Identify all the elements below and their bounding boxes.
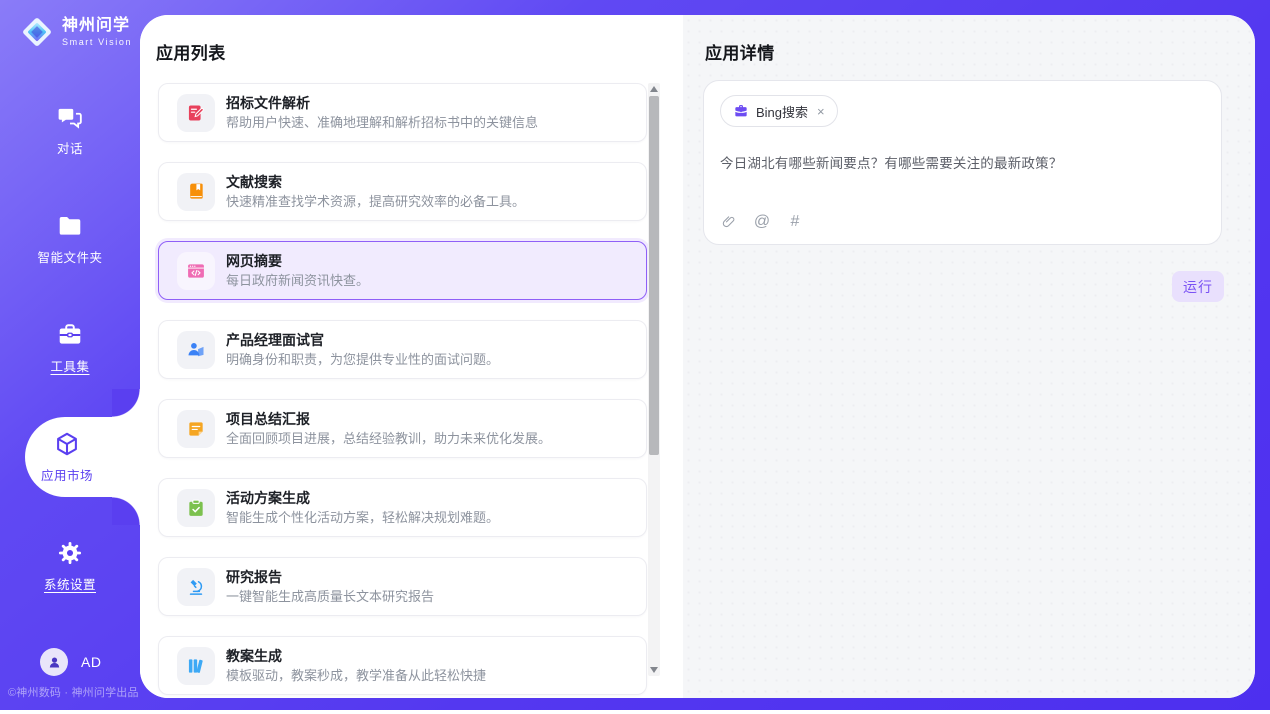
main-content: 应用列表 招标文件解析 帮助用户快速、准确地理解和解析招标书中的关键信息 文献搜… [140,15,1255,698]
clipboard-check-icon [177,489,215,527]
brand-subtitle: Smart Vision [62,37,132,47]
chip-close-icon[interactable]: × [817,105,825,118]
microscope-icon [177,568,215,606]
sidebar-item-label: 对话 [57,138,83,157]
run-button[interactable]: 运行 [1172,271,1224,302]
sidebar-nav: 对话 智能文件夹 工具集 应用市场 系统设置 [0,90,140,606]
app-card-desc: 全面回顾项目进展，总结经验教训，助力未来优化发展。 [226,430,551,449]
brand-logo: 神州问学 Smart Vision [19,14,132,50]
app-frame: 神州问学 Smart Vision 对话 智能文件夹 工具集 应用市场 系统设置… [0,0,1270,710]
app-card-list: 招标文件解析 帮助用户快速、准确地理解和解析招标书中的关键信息 文献搜索 快速精… [158,83,647,695]
app-card-desc: 明确身份和职责，为您提供专业性的面试问题。 [226,351,499,370]
cube-icon [54,431,80,457]
sidebar-item-settings[interactable]: 系统设置 [0,526,140,606]
app-card-desc: 每日政府新闻资讯快查。 [226,272,369,291]
sidebar-item-toolset[interactable]: 工具集 [0,308,140,388]
app-card-title: 研究报告 [226,567,434,588]
doc-edit-icon [177,94,215,132]
sidebar-item-label: 工具集 [50,356,89,375]
app-card[interactable]: 文献搜索 快速精准查找学术资源，提高研究效率的必备工具。 [158,162,647,221]
tool-chip[interactable]: Bing搜索 × [720,95,838,127]
scrollbar-thumb[interactable] [649,96,659,455]
sidebar-item-app-market[interactable]: 应用市场 [25,417,140,497]
app-card-title: 项目总结汇报 [226,409,551,430]
gear-icon [57,540,83,566]
app-card-title: 文献搜索 [226,172,525,193]
prompt-input[interactable]: 今日湖北有哪些新闻要点？有哪些需要关注的最新政策？ [720,152,1205,172]
sidebar: 神州问学 Smart Vision 对话 智能文件夹 工具集 应用市场 系统设置… [0,0,140,710]
app-card[interactable]: 活动方案生成 智能生成个性化活动方案，轻松解决规划难题。 [158,478,647,537]
app-list-panel: 应用列表 招标文件解析 帮助用户快速、准确地理解和解析招标书中的关键信息 文献搜… [140,15,683,698]
app-card-desc: 智能生成个性化活动方案，轻松解决规划难题。 [226,509,499,528]
app-card-desc: 帮助用户快速、准确地理解和解析招标书中的关键信息 [226,114,538,133]
app-card[interactable]: 教案生成 模板驱动，教案秒成，教学准备从此轻松快捷 [158,636,647,695]
user-icon [47,655,62,670]
sidebar-item-chat[interactable]: 对话 [0,90,140,170]
app-card[interactable]: 招标文件解析 帮助用户快速、准确地理解和解析招标书中的关键信息 [158,83,647,142]
app-card-title: 产品经理面试官 [226,330,499,351]
brand-name: 神州问学 [62,17,132,35]
paperclip-icon[interactable] [720,213,738,231]
scroll-up-icon[interactable] [648,83,660,95]
briefcase-icon [733,103,749,119]
scroll-down-icon[interactable] [648,664,660,676]
app-detail-panel: 应用详情 Bing搜索 × 今日湖北有哪些新闻要点？有哪些需要关注的最新政策？ … [683,15,1255,698]
app-list-title: 应用列表 [156,39,226,64]
book-icon [177,173,215,211]
app-card-desc: 快速精准查找学术资源，提高研究效率的必备工具。 [226,193,525,212]
tool-chip-label: Bing搜索 [756,102,808,121]
at-icon[interactable]: @ [753,213,771,231]
user-row[interactable]: AD [40,648,101,676]
app-card-title: 网页摘要 [226,251,369,272]
sidebar-item-label: 应用市场 [41,465,93,484]
avatar [40,648,68,676]
web-code-icon [177,252,215,290]
sidebar-item-label: 智能文件夹 [37,247,102,266]
sidebar-item-smart-folder[interactable]: 智能文件夹 [0,199,140,279]
app-card-desc: 一键智能生成高质量长文本研究报告 [226,588,434,607]
app-card-title: 教案生成 [226,646,486,667]
app-card-desc: 模板驱动，教案秒成，教学准备从此轻松快捷 [226,667,486,686]
sidebar-item-label: 系统设置 [44,574,96,593]
prompt-card: Bing搜索 × 今日湖北有哪些新闻要点？有哪些需要关注的最新政策？ @# [703,80,1222,245]
app-card-title: 活动方案生成 [226,488,499,509]
scrollbar[interactable] [648,83,660,676]
logo-diamond-icon [19,14,55,50]
app-detail-title: 应用详情 [705,39,775,64]
note-icon [177,410,215,448]
books-icon [177,647,215,685]
app-card[interactable]: 网页摘要 每日政府新闻资讯快查。 [158,241,647,300]
app-card[interactable]: 研究报告 一键智能生成高质量长文本研究报告 [158,557,647,616]
user-name: AD [81,654,101,670]
interviewer-icon [177,331,215,369]
app-card[interactable]: 产品经理面试官 明确身份和职责，为您提供专业性的面试问题。 [158,320,647,379]
copyright-text: ©神州数码 · 神州问学出品 [8,684,140,700]
composer-toolbar: @# [720,213,804,231]
toolbox-icon [57,322,83,348]
folder-icon [57,213,83,239]
hash-icon[interactable]: # [786,213,804,231]
app-card[interactable]: 项目总结汇报 全面回顾项目进展，总结经验教训，助力未来优化发展。 [158,399,647,458]
app-card-title: 招标文件解析 [226,93,538,114]
chat-icon [57,104,83,130]
